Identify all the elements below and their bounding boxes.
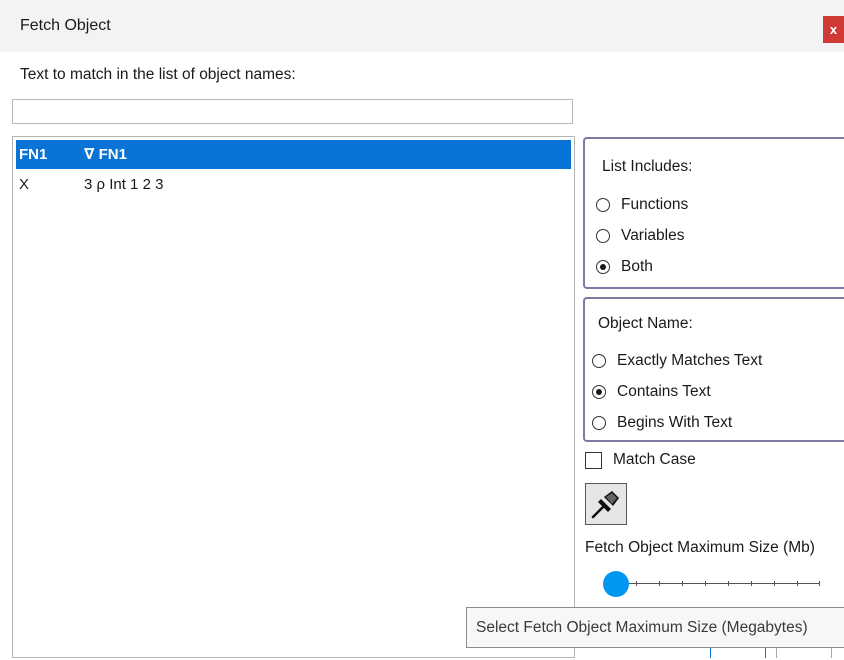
slider-tick bbox=[705, 581, 706, 586]
title-bar: Fetch Object x bbox=[0, 0, 844, 52]
pushpin-icon bbox=[591, 491, 619, 519]
window-title: Fetch Object bbox=[20, 17, 111, 34]
radio-button[interactable] bbox=[592, 416, 606, 430]
radio-exactly-matches[interactable]: Exactly Matches Text bbox=[592, 352, 762, 370]
radio-label: Variables bbox=[621, 227, 685, 244]
match-case-checkbox[interactable] bbox=[585, 451, 602, 469]
slider-tick bbox=[774, 581, 775, 586]
radio-label: Exactly Matches Text bbox=[617, 352, 763, 369]
radio-button-selected[interactable] bbox=[596, 260, 610, 274]
radio-label: Functions bbox=[621, 196, 689, 213]
max-size-label: Fetch Object Maximum Size (Mb) bbox=[585, 539, 815, 556]
slider-tick bbox=[636, 581, 637, 586]
radio-button[interactable] bbox=[596, 198, 610, 212]
list-item[interactable]: X 3 ρ Int 1 2 3 bbox=[16, 170, 571, 199]
match-case-option[interactable]: Match Case bbox=[585, 451, 696, 469]
radio-label: Both bbox=[621, 258, 653, 275]
object-name: FN1 bbox=[19, 146, 48, 163]
radio-button-selected[interactable] bbox=[592, 385, 606, 399]
slider-tick bbox=[797, 581, 798, 586]
list-includes-label: List Includes: bbox=[602, 158, 693, 175]
slider-thumb[interactable] bbox=[603, 571, 629, 597]
max-size-slider[interactable] bbox=[603, 569, 823, 597]
close-button[interactable]: x bbox=[823, 16, 844, 43]
radio-label: Contains Text bbox=[617, 383, 711, 400]
slider-tick bbox=[728, 581, 729, 586]
radio-begins-with[interactable]: Begins With Text bbox=[592, 414, 732, 432]
radio-button[interactable] bbox=[592, 354, 606, 368]
radio-button[interactable] bbox=[596, 229, 610, 243]
object-list[interactable]: FN1 ∇ FN1 X 3 ρ Int 1 2 3 bbox=[12, 136, 575, 658]
object-value: 3 ρ Int 1 2 3 bbox=[84, 176, 164, 193]
search-prompt-label: Text to match in the list of object name… bbox=[20, 66, 296, 83]
slider-tick bbox=[682, 581, 683, 586]
slider-tick bbox=[751, 581, 752, 586]
search-input[interactable] bbox=[12, 99, 573, 124]
slider-tick bbox=[819, 581, 820, 586]
object-name: X bbox=[19, 176, 30, 193]
object-name-label: Object Name: bbox=[598, 315, 693, 332]
radio-variables[interactable]: Variables bbox=[596, 227, 684, 245]
list-item[interactable]: FN1 ∇ FN1 bbox=[16, 140, 571, 169]
max-size-tooltip: Select Fetch Object Maximum Size (Megaby… bbox=[466, 607, 844, 648]
radio-label: Begins With Text bbox=[617, 414, 733, 431]
slider-track bbox=[617, 583, 820, 584]
slider-tick bbox=[659, 581, 660, 586]
object-value: ∇ FN1 bbox=[84, 146, 127, 163]
radio-contains-text[interactable]: Contains Text bbox=[592, 383, 711, 401]
pin-button[interactable] bbox=[585, 483, 627, 525]
radio-both[interactable]: Both bbox=[596, 258, 653, 276]
radio-functions[interactable]: Functions bbox=[596, 196, 688, 214]
match-case-label: Match Case bbox=[613, 451, 696, 468]
